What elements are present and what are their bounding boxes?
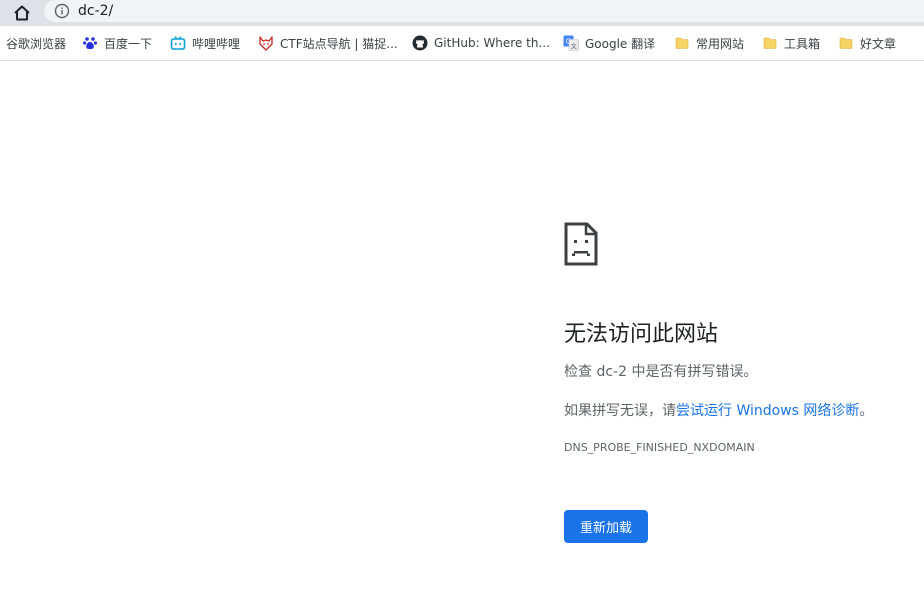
sad-page-icon (564, 222, 598, 266)
folder-icon (675, 37, 689, 49)
network-diagnostics-link[interactable]: 尝试运行 Windows 网络诊断 (676, 403, 859, 419)
bookmark-folder-common[interactable]: 常用网站 (674, 34, 744, 52)
bookmark-chrome[interactable]: 谷歌浏览器 (6, 34, 66, 52)
bookmark-label: GitHub: Where th... (434, 36, 550, 50)
bookmark-label: CTF站点导航 | 猫捉... (280, 36, 398, 51)
bookmark-github[interactable]: GitHub: Where th... (412, 34, 550, 52)
folder-icon (839, 37, 853, 49)
address-bar[interactable]: dc-2/ (44, 0, 924, 22)
bookmark-folder-articles[interactable]: 好文章 (838, 34, 896, 52)
diagnostics-hint-prefix: 如果拼写无误，请 (564, 403, 676, 419)
folder-icon (763, 37, 777, 49)
home-icon (14, 5, 30, 21)
error-title: 无法访问此网站 (564, 322, 719, 347)
bookmark-label: 哔哩哔哩 (192, 36, 241, 51)
bookmark-label: 百度一下 (104, 36, 153, 51)
fox-icon (259, 36, 273, 51)
url-text[interactable]: dc-2/ (78, 1, 113, 21)
info-icon[interactable] (54, 3, 70, 19)
github-icon (412, 35, 428, 51)
bookmark-label: Google 翻译 (585, 36, 656, 51)
svg-text:文: 文 (571, 43, 577, 51)
error-code: DNS_PROBE_FINISHED_NXDOMAIN (564, 441, 755, 454)
bookmark-folder-tools[interactable]: 工具箱 (762, 34, 820, 52)
home-button[interactable] (10, 2, 34, 24)
google-translate-icon: G 文 (563, 35, 579, 51)
bookmarks-bar: 谷歌浏览器 百度一下 哔哩哔哩 CTF站点导航 | 猫捉... GitHub: … (0, 26, 924, 61)
bookmark-google-translate[interactable]: G 文 Google 翻译 (563, 34, 655, 52)
bookmark-label: 谷歌浏览器 (6, 36, 67, 51)
bookmark-bilibili[interactable]: 哔哩哔哩 (170, 34, 240, 52)
bilibili-tv-icon (170, 36, 186, 50)
diagnostics-hint-suffix: 。 (859, 403, 874, 419)
spelling-hint: 检查 dc-2 中是否有拼写错误。 (564, 364, 758, 380)
bookmark-ctf[interactable]: CTF站点导航 | 猫捉... (258, 34, 398, 52)
browser-toolbar: dc-2/ (0, 0, 924, 26)
bookmark-baidu[interactable]: 百度一下 (82, 34, 152, 52)
bookmark-label: 好文章 (860, 36, 897, 51)
baidu-paw-icon (83, 37, 97, 50)
bookmark-label: 工具箱 (784, 36, 821, 51)
reload-button[interactable]: 重新加载 (564, 510, 648, 543)
bookmark-label: 常用网站 (696, 36, 745, 51)
diagnostics-hint: 如果拼写无误，请尝试运行 Windows 网络诊断。 (564, 400, 873, 420)
